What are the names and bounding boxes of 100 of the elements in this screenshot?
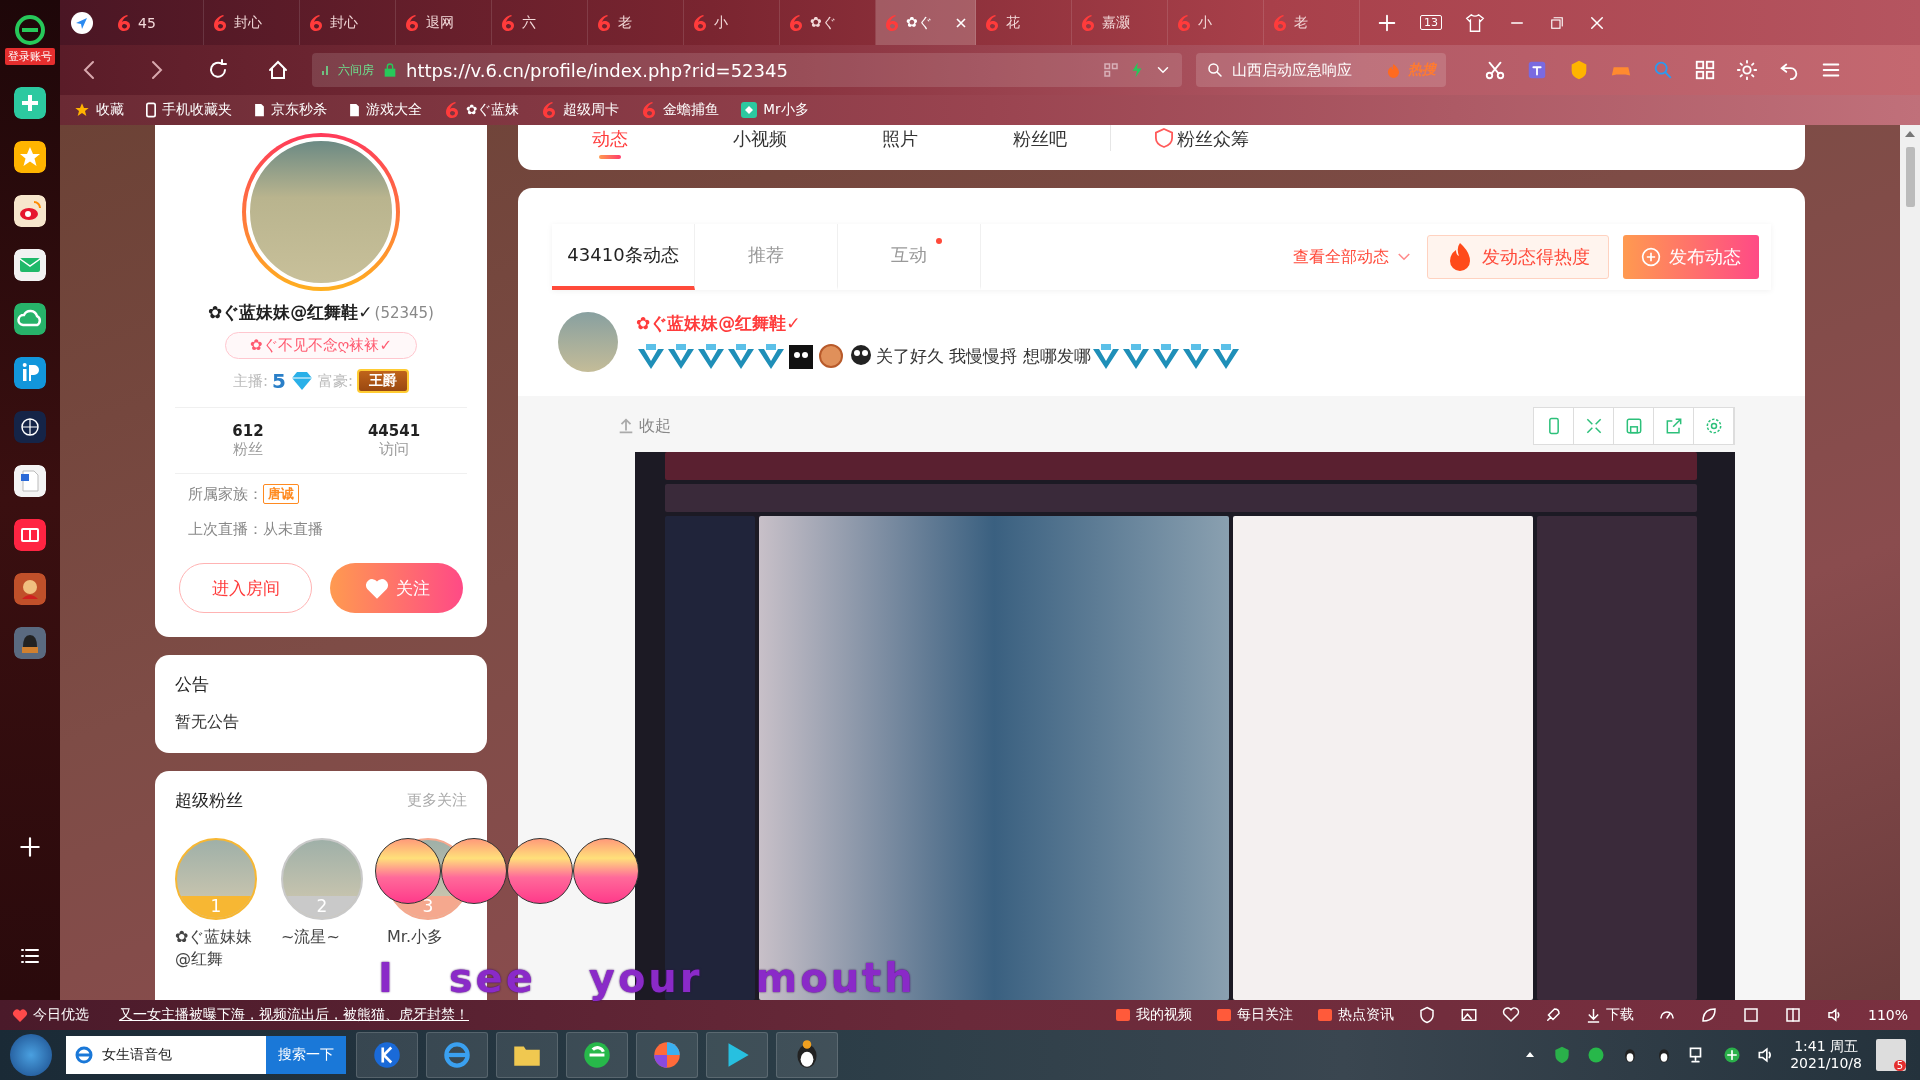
site-logo-icon	[692, 13, 708, 32]
today-picks-link[interactable]: 今日优选	[12, 1006, 89, 1024]
news-link[interactable]: 我的视频	[1114, 1006, 1192, 1024]
start-button[interactable]	[10, 1034, 52, 1076]
clock[interactable]: 1:41 周五 2021/10/8	[1790, 1038, 1862, 1072]
search-field[interactable]: 山西启动应急响应 热搜	[1196, 53, 1446, 87]
site-logo-icon	[308, 13, 324, 32]
bookmark-link[interactable]: 收藏	[74, 101, 124, 119]
site-logo-icon	[596, 13, 612, 32]
news-headline[interactable]: 又一女主播被曝下海，视频流出后，被熊猫、虎牙封禁！	[119, 1006, 469, 1024]
scrollbar-thumb[interactable]	[1905, 147, 1915, 207]
game-helmet-icon[interactable]	[14, 627, 46, 659]
leaf-icon[interactable]	[1699, 1006, 1718, 1024]
bookmark-link[interactable]: 京东秒杀	[254, 101, 327, 119]
mail-icon[interactable]	[14, 249, 46, 281]
scissors-icon[interactable]	[1484, 59, 1506, 81]
site-logo-icon	[1272, 13, 1288, 32]
nav-tab[interactable]: 动态	[570, 125, 650, 159]
phone-icon	[146, 102, 156, 118]
level-badge-icon	[696, 341, 726, 371]
news-link[interactable]: 每日关注	[1215, 1006, 1293, 1024]
document-icon[interactable]	[14, 465, 46, 497]
rich-label: 富豪:	[317, 371, 353, 391]
notice-text: 暂无公告	[175, 712, 240, 733]
close-tab-icon[interactable]	[955, 16, 967, 29]
fan-name: ✿ぐ蓝妹妹@红舞	[175, 926, 254, 970]
heart-rate-icon[interactable]	[1501, 1006, 1520, 1024]
translate-icon[interactable]	[1526, 59, 1548, 81]
avatar-photo-placeholder[interactable]	[558, 312, 618, 372]
page-icon	[349, 103, 360, 117]
navigation-icon[interactable]	[70, 10, 94, 35]
rank-badge: 王爵	[357, 369, 409, 393]
taskbar-search-box[interactable]: 女生语音包	[66, 1036, 266, 1074]
level-badge-icon	[756, 341, 786, 371]
page-icon	[254, 103, 265, 117]
add-icon[interactable]	[17, 834, 43, 860]
address-field[interactable]: 六间房 https://v.6.cn/profile/index.php?rid=52345	[312, 53, 1182, 87]
book-icon[interactable]	[14, 519, 46, 551]
stat-label: 粉丝	[233, 440, 263, 459]
upload-arrow-icon	[617, 417, 635, 435]
letter-p-icon[interactable]	[14, 357, 46, 389]
image-icon[interactable]	[1459, 1006, 1478, 1024]
level-badge-icon	[1180, 341, 1211, 371]
site-logo-icon	[500, 13, 516, 32]
plus-circle-icon	[1641, 247, 1661, 267]
tab-count[interactable]: 13	[1420, 15, 1442, 30]
grid-icon[interactable]	[1694, 59, 1716, 81]
browser-logo-icon[interactable]	[14, 14, 46, 46]
game-character-icon[interactable]	[14, 573, 46, 605]
bookmark-link[interactable]: ✿ぐ蓝妹	[444, 101, 520, 119]
plus-icon[interactable]	[14, 87, 46, 119]
feed-tab[interactable]: 43410条动态	[552, 224, 695, 290]
sun-icon[interactable]	[1736, 59, 1758, 81]
eye-icon[interactable]	[14, 195, 46, 227]
family-badge: 唐诚	[263, 484, 299, 504]
column-layout-icon[interactable]	[1783, 1006, 1802, 1024]
post-text: 关了好久 我慢慢捋 想哪发哪	[876, 344, 1091, 368]
shield-icon[interactable]	[1417, 1006, 1436, 1024]
site-logo-icon	[884, 13, 900, 32]
bookmark-link[interactable]: 超级周卡	[541, 101, 620, 119]
scrollbar[interactable]	[1900, 125, 1920, 1000]
level-badge-icon	[726, 341, 756, 371]
window-icon[interactable]	[1741, 1006, 1760, 1024]
level-badge-icon	[636, 341, 666, 371]
nav-tab[interactable]: 粉丝吧	[970, 125, 1110, 151]
news-link[interactable]: 热点资讯	[1316, 1006, 1394, 1024]
post-author[interactable]: ✿ぐ蓝妹妹@红舞鞋✓	[636, 312, 1241, 335]
search-button[interactable]: 搜索一下	[266, 1036, 346, 1074]
user-name: ✿ぐ蓝妹妹@红舞鞋✓	[208, 301, 373, 324]
notification-icon[interactable]: 5	[1876, 1039, 1906, 1071]
site-logo-icon	[444, 101, 460, 119]
signature-bubble: ✿ぐ不见不念ღ袜袜✓	[225, 332, 417, 359]
download-link[interactable]: 下载	[1585, 1006, 1634, 1024]
section-title: 超级粉丝	[175, 789, 243, 812]
nav-tab[interactable]: 照片	[830, 125, 970, 151]
site-logo-icon	[116, 13, 132, 32]
family-label: 所属家族：	[188, 484, 263, 504]
globe-icon[interactable]	[14, 411, 46, 443]
login-link[interactable]: 登录账号	[5, 48, 55, 65]
nav-tab[interactable]: 小视频	[690, 125, 830, 151]
shirt-icon[interactable]	[1464, 11, 1486, 34]
browser-tab[interactable]: ✿ぐ	[876, 0, 976, 45]
level-badge-icon	[666, 341, 696, 371]
bookmark-link[interactable]: Mr小多	[741, 101, 809, 119]
lock-icon	[382, 62, 398, 78]
site-logo-icon	[541, 101, 558, 119]
cloud-icon[interactable]	[14, 303, 46, 335]
home-icon[interactable]	[266, 58, 290, 82]
bookmark-link[interactable]: 手机收藏夹	[146, 101, 232, 119]
anchor-label: 主播:	[232, 371, 269, 391]
flame-icon	[1387, 62, 1400, 78]
signal-icon	[322, 65, 330, 75]
zoom-level[interactable]: 110%	[1867, 1007, 1908, 1023]
scroll-up-icon[interactable]	[1905, 131, 1915, 137]
enter-room-button[interactable]: 进入房间	[179, 563, 312, 613]
level-badge-icon	[1120, 341, 1151, 371]
bookmark-link[interactable]: 金蟾捕鱼	[641, 101, 720, 119]
section-title: 公告	[175, 673, 210, 696]
bookmark-link[interactable]: 游戏大全	[349, 101, 422, 119]
nav-tab[interactable]: 粉丝众筹	[1177, 125, 1249, 151]
